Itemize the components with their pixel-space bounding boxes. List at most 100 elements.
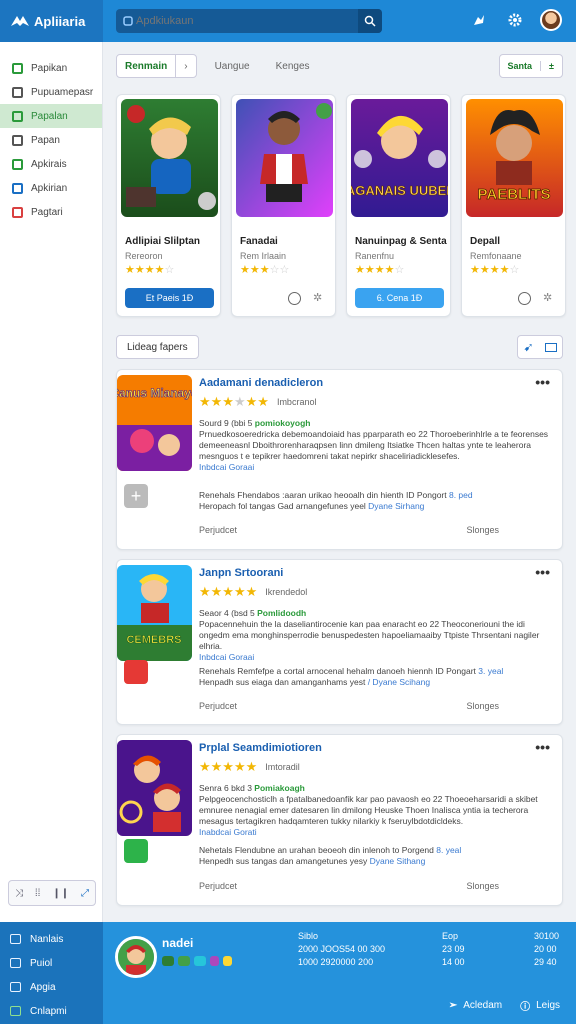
action-button[interactable]: ➢ Acledam [449, 998, 502, 1013]
chat-icon[interactable] [124, 839, 148, 863]
search-button[interactable] [358, 9, 382, 33]
game-art-text: VIAGANAIS UUBEKS [351, 183, 448, 198]
featured-card[interactable]: PAEBLITS Depall Remfonaane ★★★★☆ ✲ [461, 94, 566, 317]
list-item[interactable]: Prplal Seamdimiotioren ••• ★★★★★ Imtoradi… [116, 734, 563, 906]
game-note-link[interactable]: 8. yeal [436, 845, 461, 855]
game-link[interactable]: Inabdcai Gorati [199, 827, 257, 837]
stat-column: 30100 20 00 29 40 [534, 930, 559, 969]
list-item[interactable]: Canus Mianaye + Aadamani denadicleron ••… [116, 369, 563, 550]
game-art [236, 99, 333, 217]
info-icon[interactable] [288, 292, 301, 305]
featured-card[interactable]: Adlipiai Slilptan Rereoron ★★★★☆ Et Paei… [116, 94, 221, 317]
avatar[interactable] [540, 9, 562, 31]
bottom-nav-item[interactable]: Nanlais [0, 927, 103, 951]
star-rating: ★★★★☆ [470, 264, 520, 276]
bottom-nav: Nanlais Puiol Apgia Cnlapmi [0, 922, 103, 1024]
game-description: Prnuedkosoeredricka debemoandoiaid has p… [199, 429, 549, 461]
sidebar-item-pagtari[interactable]: Pagtari [0, 200, 102, 224]
pause-icon[interactable]: ❙❙ [52, 888, 69, 899]
footer-label[interactable]: Perjudcet [199, 701, 237, 711]
list-item[interactable]: CEMEBRS Janpn Srtoorani ••• ★★★★★ Ikrende… [116, 559, 563, 725]
bottom-nav-item[interactable]: Apgia [0, 975, 103, 999]
card-subtitle: Rereoron [125, 251, 163, 261]
game-note: Nehetals Flendubne an urahan beoeoh din … [199, 845, 437, 855]
badge-icon [162, 956, 174, 966]
footer-label[interactable]: Slonges [466, 881, 499, 891]
plus-icon[interactable]: + [124, 484, 148, 508]
action-button[interactable]: ⓘ Leigs [520, 998, 560, 1013]
santa-button-label: Santa [500, 61, 542, 71]
gear-icon[interactable] [504, 9, 526, 31]
thumbnail-text: Canus Mianaye [117, 386, 192, 400]
logo-icon [11, 16, 29, 26]
game-note-link[interactable]: 8. ped [449, 490, 473, 500]
grid-icon[interactable]: ⁞⁞ [35, 888, 41, 899]
expand-icon[interactable]: ⤢ [81, 888, 89, 899]
sidebar-item-apkirian[interactable]: Apkirian [0, 176, 102, 200]
people-icon [10, 934, 21, 944]
game-link[interactable]: Inbdcai Goraai [199, 652, 254, 662]
featured-card[interactable]: VIAGANAIS UUBEKS Nanuinpag & Senta Ranen… [346, 94, 451, 317]
search-bar[interactable] [116, 9, 382, 33]
player-avatar[interactable] [115, 936, 157, 978]
card-title: Fanadai [240, 236, 278, 247]
author-link[interactable]: Dyane Sirhang [368, 501, 424, 511]
sidebar-item-label: Papalan [31, 110, 68, 122]
more-icon[interactable]: ••• [535, 564, 550, 580]
game-info: Senra 6 bkd 3 [199, 783, 255, 793]
more-icon[interactable]: ••• [535, 739, 550, 755]
santa-button[interactable]: Santa ± [498, 54, 563, 78]
sidebar-item-pupuamepasr[interactable]: Pupuamepasr [0, 80, 102, 104]
game-description: Pelpgeocenchosticlh a fpatalbanedoanfik … [199, 794, 538, 826]
layout-icon [12, 110, 23, 122]
image-icon [12, 134, 23, 146]
card-action-button[interactable]: Et Paeis 1Ð [125, 288, 214, 308]
game-note-link[interactable]: 3. yeal [478, 666, 503, 676]
info-icon[interactable] [518, 292, 531, 305]
tab-uangue[interactable]: Uangue [207, 61, 258, 72]
game-title[interactable]: Aadamani denadicleron [199, 377, 323, 389]
card-action-button[interactable]: 6. Cena 1Ð [355, 288, 444, 308]
tab-kenges[interactable]: Kenges [268, 61, 318, 72]
game-note: Henpedh sus tangas dan amangetunes yesy [199, 856, 370, 866]
author-link[interactable]: Dyane Sithang [370, 856, 426, 866]
game-thumbnail: CEMEBRS [117, 565, 192, 661]
share-icon[interactable] [468, 9, 490, 31]
settings-icon[interactable]: ✲ [543, 292, 555, 304]
badge-icon [223, 956, 232, 966]
section-title[interactable]: Lideag fapers [116, 335, 199, 359]
bottom-nav-item[interactable]: Cnlapmi [0, 999, 103, 1023]
badge-row [162, 956, 232, 966]
chevron-right-icon[interactable]: › [176, 55, 195, 77]
author-link[interactable]: / Dyane Scihang [368, 677, 430, 687]
footer-label[interactable]: Perjudcet [199, 525, 237, 535]
brand[interactable]: Apliiaria [0, 0, 103, 42]
sidebar-item-label: Papikan [31, 62, 68, 74]
game-title[interactable]: Prplal Seamdimiotioren [199, 742, 322, 754]
plus-minus-icon: ± [549, 61, 554, 71]
game-link[interactable]: Inbdcai Goraai [199, 462, 254, 472]
sidebar-item-papan[interactable]: Papan [0, 128, 102, 152]
app-icon[interactable] [124, 660, 148, 684]
footer-label[interactable]: Slonges [466, 525, 499, 535]
sidebar-item-papalan[interactable]: Papalan [0, 104, 102, 128]
window-icon[interactable] [544, 342, 557, 352]
sidebar-item-papikan[interactable]: Papikan [0, 56, 102, 80]
action-label: Leigs [536, 1000, 560, 1011]
footer-label[interactable]: Slonges [466, 701, 499, 711]
featured-card[interactable]: Fanadai Rem Irlaain ★★★☆☆ ✲ [231, 94, 336, 317]
shuffle-icon[interactable]: ⤨ [15, 888, 23, 899]
star-rating: ★★★★★ [199, 584, 258, 599]
game-tag: Pomiakoagh [254, 783, 305, 793]
search-input[interactable] [136, 9, 358, 33]
pin-icon[interactable]: ➹ [523, 340, 533, 354]
tab-renmain[interactable]: Renmain [117, 55, 177, 77]
settings-icon[interactable]: ✲ [313, 292, 325, 304]
footer-label[interactable]: Perjudcet [199, 881, 237, 891]
sidebar-item-apkirais[interactable]: Apkirais [0, 152, 102, 176]
bottom-nav-item[interactable]: Puiol [0, 951, 103, 975]
more-icon[interactable]: ••• [535, 374, 550, 390]
game-list: Canus Mianaye + Aadamani denadicleron ••… [116, 369, 563, 915]
game-title[interactable]: Janpn Srtoorani [199, 567, 283, 579]
card-subtitle: Rem Irlaain [240, 251, 287, 261]
